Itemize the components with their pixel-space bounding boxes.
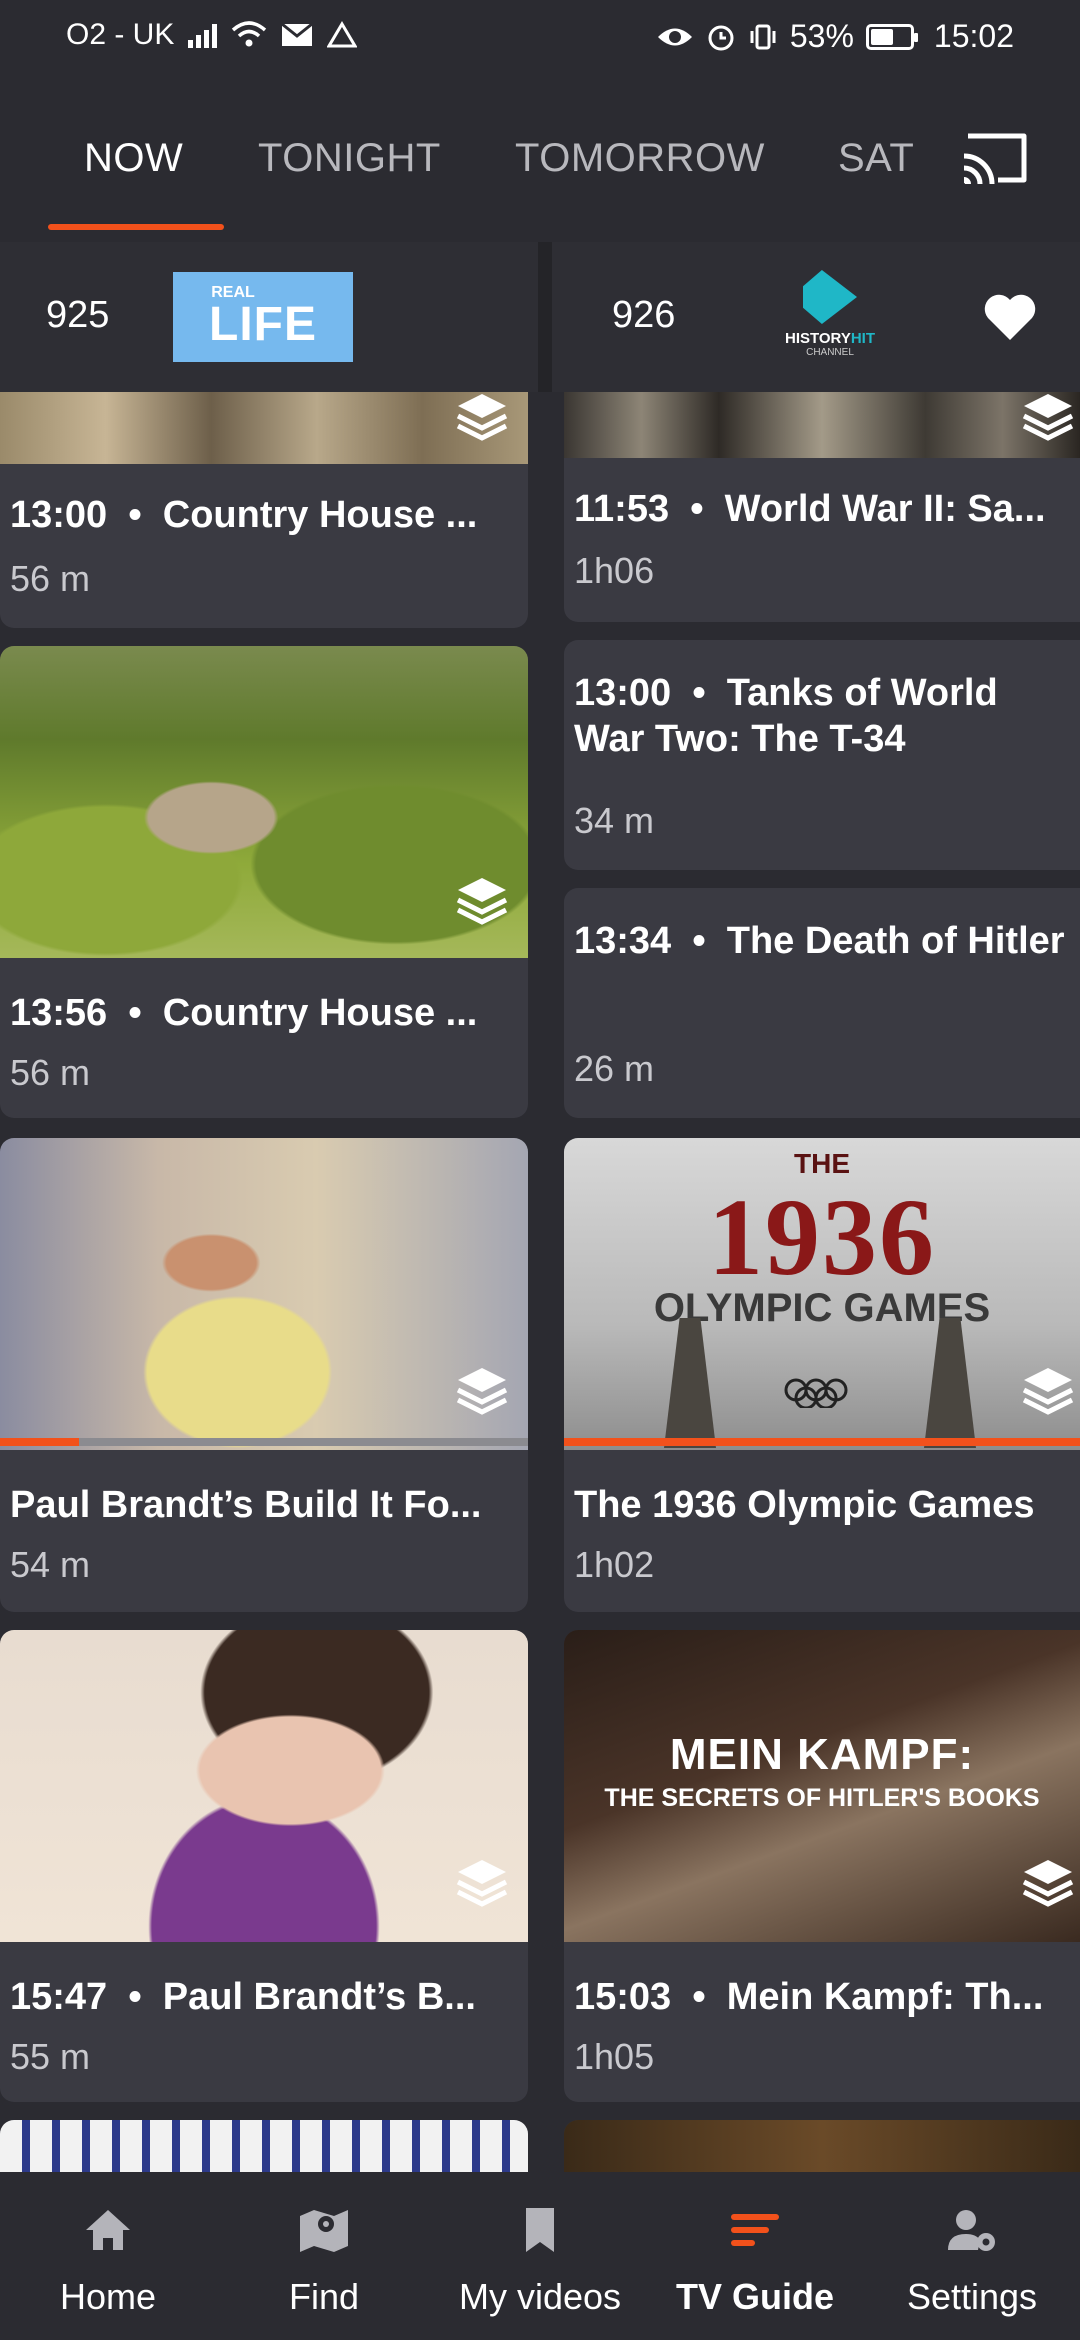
programme-thumbnail bbox=[0, 392, 528, 464]
programme-card[interactable]: 15:47 • Paul Brandt’s B... 55 m bbox=[0, 1630, 528, 2102]
channel-number: 925 bbox=[46, 294, 110, 336]
programme-duration: 1h02 bbox=[574, 1544, 655, 1585]
nav-my-videos[interactable]: My videos bbox=[440, 2172, 640, 2340]
programme-thumbnail bbox=[564, 2120, 1080, 2180]
nav-settings[interactable]: Settings bbox=[892, 2172, 1052, 2340]
programme-title: 13:00 • Tanks of World War Two: The T-34 bbox=[574, 672, 998, 760]
programme-card[interactable] bbox=[564, 2120, 1080, 2180]
episodes-stack-icon bbox=[1022, 394, 1074, 441]
programme-thumbnail bbox=[0, 646, 528, 958]
programme-thumbnail bbox=[0, 1138, 528, 1450]
programme-card[interactable]: 13:34 • The Death of Hitler 26 m bbox=[564, 888, 1080, 1118]
programme-title: 15:03 • Mein Kampf: Th... bbox=[574, 1976, 1044, 2018]
bookmark-icon bbox=[526, 2208, 554, 2252]
battery-icon bbox=[865, 23, 918, 50]
tab-now[interactable]: NOW bbox=[84, 136, 183, 181]
programme-duration: 56 m bbox=[10, 558, 91, 599]
programme-card[interactable] bbox=[0, 2120, 528, 2180]
active-tab-indicator bbox=[48, 224, 224, 230]
programme-thumbnail bbox=[564, 392, 1080, 458]
battery-percent: 53% bbox=[789, 18, 854, 54]
nav-label: TV Guide bbox=[675, 2276, 834, 2317]
programme-card[interactable]: 13:00 • Tanks of World War Two: The T-34… bbox=[564, 640, 1080, 870]
watch-progress-bar bbox=[0, 1438, 528, 1446]
programme-card[interactable]: 13:56 • Country House ... 56 m bbox=[0, 646, 528, 1118]
wifi-icon bbox=[232, 21, 267, 47]
channel-number: 926 bbox=[612, 294, 676, 336]
channel-header-926[interactable]: 926 HISTORYHIT CHANNEL bbox=[552, 242, 1080, 392]
bottom-navigation: Home Find My videos TV Guide Settings bbox=[0, 2172, 1080, 2340]
episodes-stack-icon bbox=[456, 1860, 508, 1907]
watch-progress-bar bbox=[564, 1438, 1080, 1446]
programme-card[interactable]: 11:53 • World War II: Sa... 1h06 bbox=[564, 392, 1080, 622]
programme-card[interactable]: MEIN KAMPF: THE SECRETS OF HITLER'S BOOK… bbox=[564, 1630, 1080, 2102]
user-settings-icon bbox=[948, 2210, 995, 2251]
tab-sat[interactable]: SAT bbox=[838, 136, 914, 181]
programme-duration: 54 m bbox=[10, 1544, 91, 1585]
vibrate-icon bbox=[750, 24, 776, 49]
tab-tonight[interactable]: TONIGHT bbox=[258, 136, 441, 181]
episodes-stack-icon bbox=[1022, 1368, 1074, 1415]
programme-thumbnail bbox=[0, 2120, 528, 2180]
programme-card[interactable]: 13:00 • Country House ... 56 m bbox=[0, 392, 528, 628]
programme-title: 13:34 • The Death of Hitler bbox=[574, 920, 1065, 962]
episodes-stack-icon bbox=[456, 878, 508, 925]
episodes-stack-icon bbox=[456, 394, 508, 441]
programme-thumbnail bbox=[0, 1630, 528, 1942]
clock: 15:02 bbox=[933, 18, 1014, 54]
map-icon bbox=[300, 2210, 348, 2252]
carrier-label: O2 - UK bbox=[66, 18, 175, 51]
favourite-heart-icon[interactable] bbox=[982, 292, 1038, 342]
tab-tomorrow[interactable]: TOMORROW bbox=[515, 136, 765, 181]
programme-duration: 34 m bbox=[574, 800, 655, 841]
programme-duration: 1h06 bbox=[574, 550, 655, 591]
nav-find[interactable]: Find bbox=[246, 2172, 402, 2340]
programme-title: Paul Brandt’s Build It Fo... bbox=[10, 1484, 482, 1526]
cast-icon[interactable] bbox=[958, 128, 1030, 188]
real-life-logo: REAL LIFE bbox=[173, 272, 353, 362]
programme-duration: 55 m bbox=[10, 2036, 91, 2077]
programme-title: The 1936 Olympic Games bbox=[574, 1484, 1035, 1526]
programme-duration: 1h05 bbox=[574, 2036, 655, 2077]
programme-title: 13:00 • Country House ... bbox=[10, 494, 478, 536]
programme-duration: 26 m bbox=[574, 1048, 655, 1089]
mail-icon bbox=[281, 22, 314, 46]
nav-label: Settings bbox=[906, 2276, 1038, 2317]
guide-icon bbox=[731, 2214, 779, 2246]
channel-header-925[interactable]: 925 REAL LIFE bbox=[0, 242, 538, 392]
column-divider bbox=[538, 242, 552, 392]
programme-title: 11:53 • World War II: Sa... bbox=[574, 488, 1046, 530]
programme-duration: 56 m bbox=[10, 1052, 91, 1093]
programme-card-now-playing[interactable]: Paul Brandt’s Build It Fo... 54 m bbox=[0, 1138, 528, 1612]
programme-thumbnail: MEIN KAMPF: THE SECRETS OF HITLER'S BOOK… bbox=[564, 1630, 1080, 1942]
status-bar: O2 - UK 53% 15:02 bbox=[0, 0, 1080, 78]
home-icon bbox=[86, 2210, 130, 2250]
drive-icon bbox=[327, 21, 358, 48]
history-hit-logo: HISTORYHIT CHANNEL bbox=[770, 270, 890, 366]
nav-label: Home bbox=[59, 2276, 157, 2317]
nav-label: My videos bbox=[458, 2276, 622, 2317]
channel-header-row: 925 REAL LIFE 926 HISTORYHIT CHANNEL bbox=[0, 242, 1080, 392]
programme-thumbnail: THE 1936 OLYMPIC GAMES bbox=[564, 1138, 1080, 1450]
signal-icon bbox=[188, 22, 218, 48]
episodes-stack-icon bbox=[456, 1368, 508, 1415]
eye-icon bbox=[657, 28, 692, 45]
alarm-icon bbox=[708, 25, 734, 50]
nav-label: Find bbox=[288, 2276, 360, 2317]
programme-card-now-playing[interactable]: THE 1936 OLYMPIC GAMES The 1936 Olympic … bbox=[564, 1138, 1080, 1612]
day-tabs: NOW TONIGHT TOMORROW SAT bbox=[0, 78, 1080, 238]
programme-title: 15:47 • Paul Brandt’s B... bbox=[10, 1976, 476, 2018]
episodes-stack-icon bbox=[1022, 1860, 1074, 1907]
nav-tv-guide[interactable]: TV Guide bbox=[660, 2172, 850, 2340]
programme-title: 13:56 • Country House ... bbox=[10, 992, 478, 1034]
nav-home[interactable]: Home bbox=[30, 2172, 186, 2340]
